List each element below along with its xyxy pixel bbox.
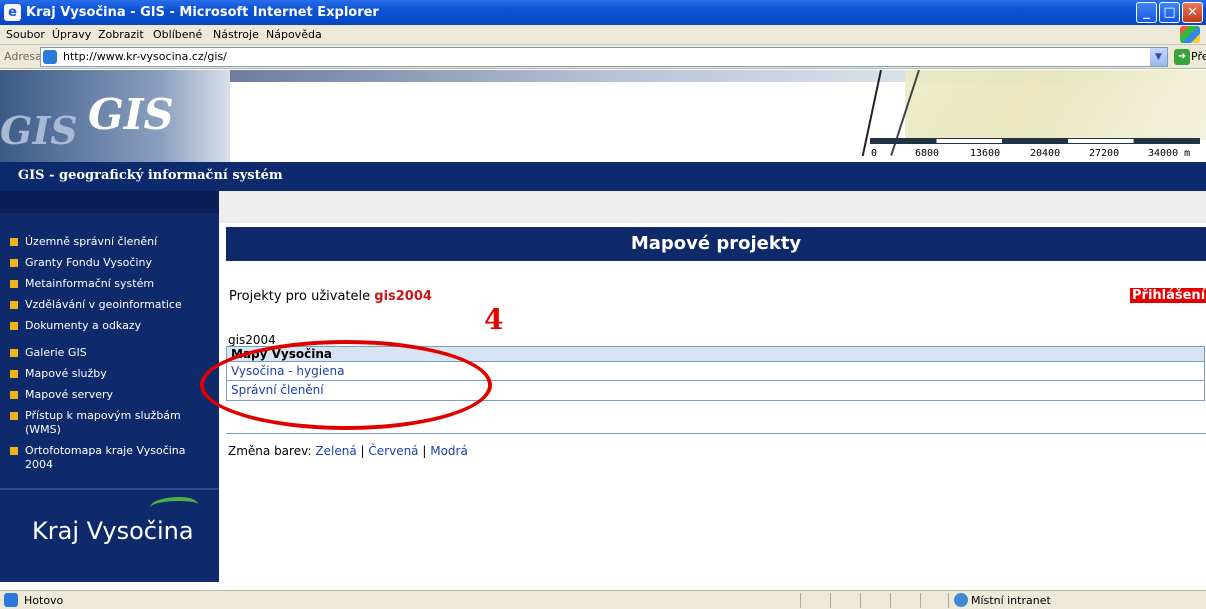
divider-line: [226, 433, 1206, 434]
window-title-bar: e Kraj Vysočina - GIS - Microsoft Intern…: [0, 0, 1206, 25]
bullet-icon: [10, 370, 18, 378]
menu-nastroje[interactable]: Nástroje: [213, 28, 259, 41]
separator: |: [422, 444, 427, 458]
zone-text: Místní intranet: [971, 594, 1051, 607]
sidebar-item-metainformacni[interactable]: Metainformační systém: [10, 277, 215, 291]
subtitle-band: GIS - geografický informační systém: [0, 162, 1206, 191]
menu-napoveda[interactable]: Nápověda: [266, 28, 322, 41]
map-thumbnail: [905, 70, 1206, 140]
login-button[interactable]: Přihlášení: [1130, 288, 1206, 303]
bullet-icon: [10, 238, 18, 246]
sidebar-item-dokumenty[interactable]: Dokumenty a odkazy: [10, 319, 215, 333]
status-separator: [800, 593, 801, 608]
color-change: Změna barev: Zelená | Červená | Modrá: [228, 444, 468, 458]
menu-soubor[interactable]: Soubor: [6, 28, 45, 41]
color-blue-link[interactable]: Modrá: [430, 444, 468, 458]
sidebar-item-galerie[interactable]: Galerie GIS: [10, 346, 215, 360]
status-text: Hotovo: [24, 594, 64, 607]
address-bar: Adresa http://www.kr-vysocina.cz/gis/ ▼ …: [0, 45, 1206, 69]
scale-bar: [870, 138, 1200, 144]
close-button[interactable]: ✕: [1182, 2, 1203, 23]
group-user-label: gis2004: [228, 333, 276, 347]
bullet-icon: [10, 259, 18, 267]
maximize-button[interactable]: □: [1159, 2, 1180, 23]
kraj-vysocina-logo[interactable]: Kraj Vysočina: [32, 517, 194, 545]
status-separator: [830, 593, 831, 608]
status-bar: Hotovo Místní intranet: [0, 590, 1206, 609]
scale-label: 0: [871, 148, 878, 159]
color-green-link[interactable]: Zelená: [315, 444, 356, 458]
bullet-icon: [10, 280, 18, 288]
gis-logo-ghost: GIS: [0, 108, 78, 153]
separator: |: [360, 444, 365, 458]
annotation-number: 4: [484, 303, 504, 336]
sidebar-item-vzdelavani[interactable]: Vzdělávání v geoinformatice: [10, 298, 215, 312]
bullet-icon: [10, 349, 18, 357]
sidebar-top: [0, 191, 219, 213]
intranet-icon: [954, 593, 968, 607]
go-arrow-icon[interactable]: ➜: [1174, 49, 1190, 65]
bullet-icon: [10, 447, 18, 455]
menu-oblibene[interactable]: Oblíbené: [153, 28, 202, 41]
sidebar-item-mapove-servery[interactable]: Mapové servery: [10, 388, 215, 402]
sidebar-item-wms[interactable]: Přístup k mapovým službám (WMS): [10, 409, 215, 437]
color-red-link[interactable]: Červená: [368, 444, 418, 458]
status-separator: [860, 593, 861, 608]
projects-for-user: Projekty pro uživatele gis2004: [229, 289, 432, 304]
bullet-icon: [10, 322, 18, 330]
windows-flag-icon: [1180, 26, 1200, 43]
scale-label: 34000 m: [1148, 148, 1191, 159]
site-header: GIS GIS 0 6800 13600 20400 27200 34000 m: [0, 70, 1206, 162]
address-url: http://www.kr-vysocina.cz/gis/: [63, 50, 227, 63]
address-label: Adresa: [4, 50, 42, 63]
gis-logo: GIS: [88, 90, 174, 139]
minimize-button[interactable]: _: [1136, 2, 1157, 23]
sidebar: Územně správní členění Granty Fondu Vyso…: [0, 191, 219, 582]
sidebar-item-uzemne-spravni-cleneni[interactable]: Územně správní členění: [10, 235, 215, 249]
bullet-icon: [10, 412, 18, 420]
sidebar-divider: [0, 488, 219, 490]
window-title: Kraj Vysočina - GIS - Microsoft Internet…: [26, 5, 379, 20]
bullet-icon: [10, 301, 18, 309]
status-separator: [920, 593, 921, 608]
address-input[interactable]: http://www.kr-vysocina.cz/gis/ ▼: [40, 47, 1168, 67]
menu-upravy[interactable]: Úpravy: [52, 28, 91, 41]
ie-icon: e: [4, 4, 21, 21]
scale-label: 13600: [970, 148, 1001, 159]
scale-label: 6800: [915, 148, 940, 159]
site-subtitle: GIS - geografický informační systém: [18, 168, 283, 183]
sidebar-item-ortofotomapa[interactable]: Ortofotomapa kraje Vysočina 2004: [10, 444, 215, 472]
bullet-icon: [10, 391, 18, 399]
menu-bar: Soubor Úpravy Zobrazit Oblíbené Nástroje…: [0, 25, 1206, 45]
status-separator: [890, 593, 891, 608]
annotation-ellipse: [200, 340, 492, 430]
sidebar-item-mapove-sluzby[interactable]: Mapové služby: [10, 367, 215, 381]
address-dropdown-icon[interactable]: ▼: [1150, 48, 1167, 66]
scale-label: 27200: [1089, 148, 1120, 159]
projects-label: Projekty pro uživatele: [229, 289, 371, 304]
sidebar-item-granty[interactable]: Granty Fondu Vysočiny: [10, 256, 215, 270]
kraj-swoosh-icon: [150, 497, 198, 515]
menu-zobrazit[interactable]: Zobrazit: [98, 28, 144, 41]
color-change-label: Změna barev:: [228, 444, 312, 458]
scale-label: 20400: [1030, 148, 1061, 159]
user-name: gis2004: [374, 289, 432, 304]
page-title: Mapové projekty: [226, 227, 1206, 261]
status-separator: [948, 593, 949, 608]
page-icon: [4, 593, 18, 607]
page-icon: [43, 50, 57, 64]
go-button[interactable]: Přejít: [1191, 50, 1206, 63]
gray-strip: [219, 191, 1206, 223]
